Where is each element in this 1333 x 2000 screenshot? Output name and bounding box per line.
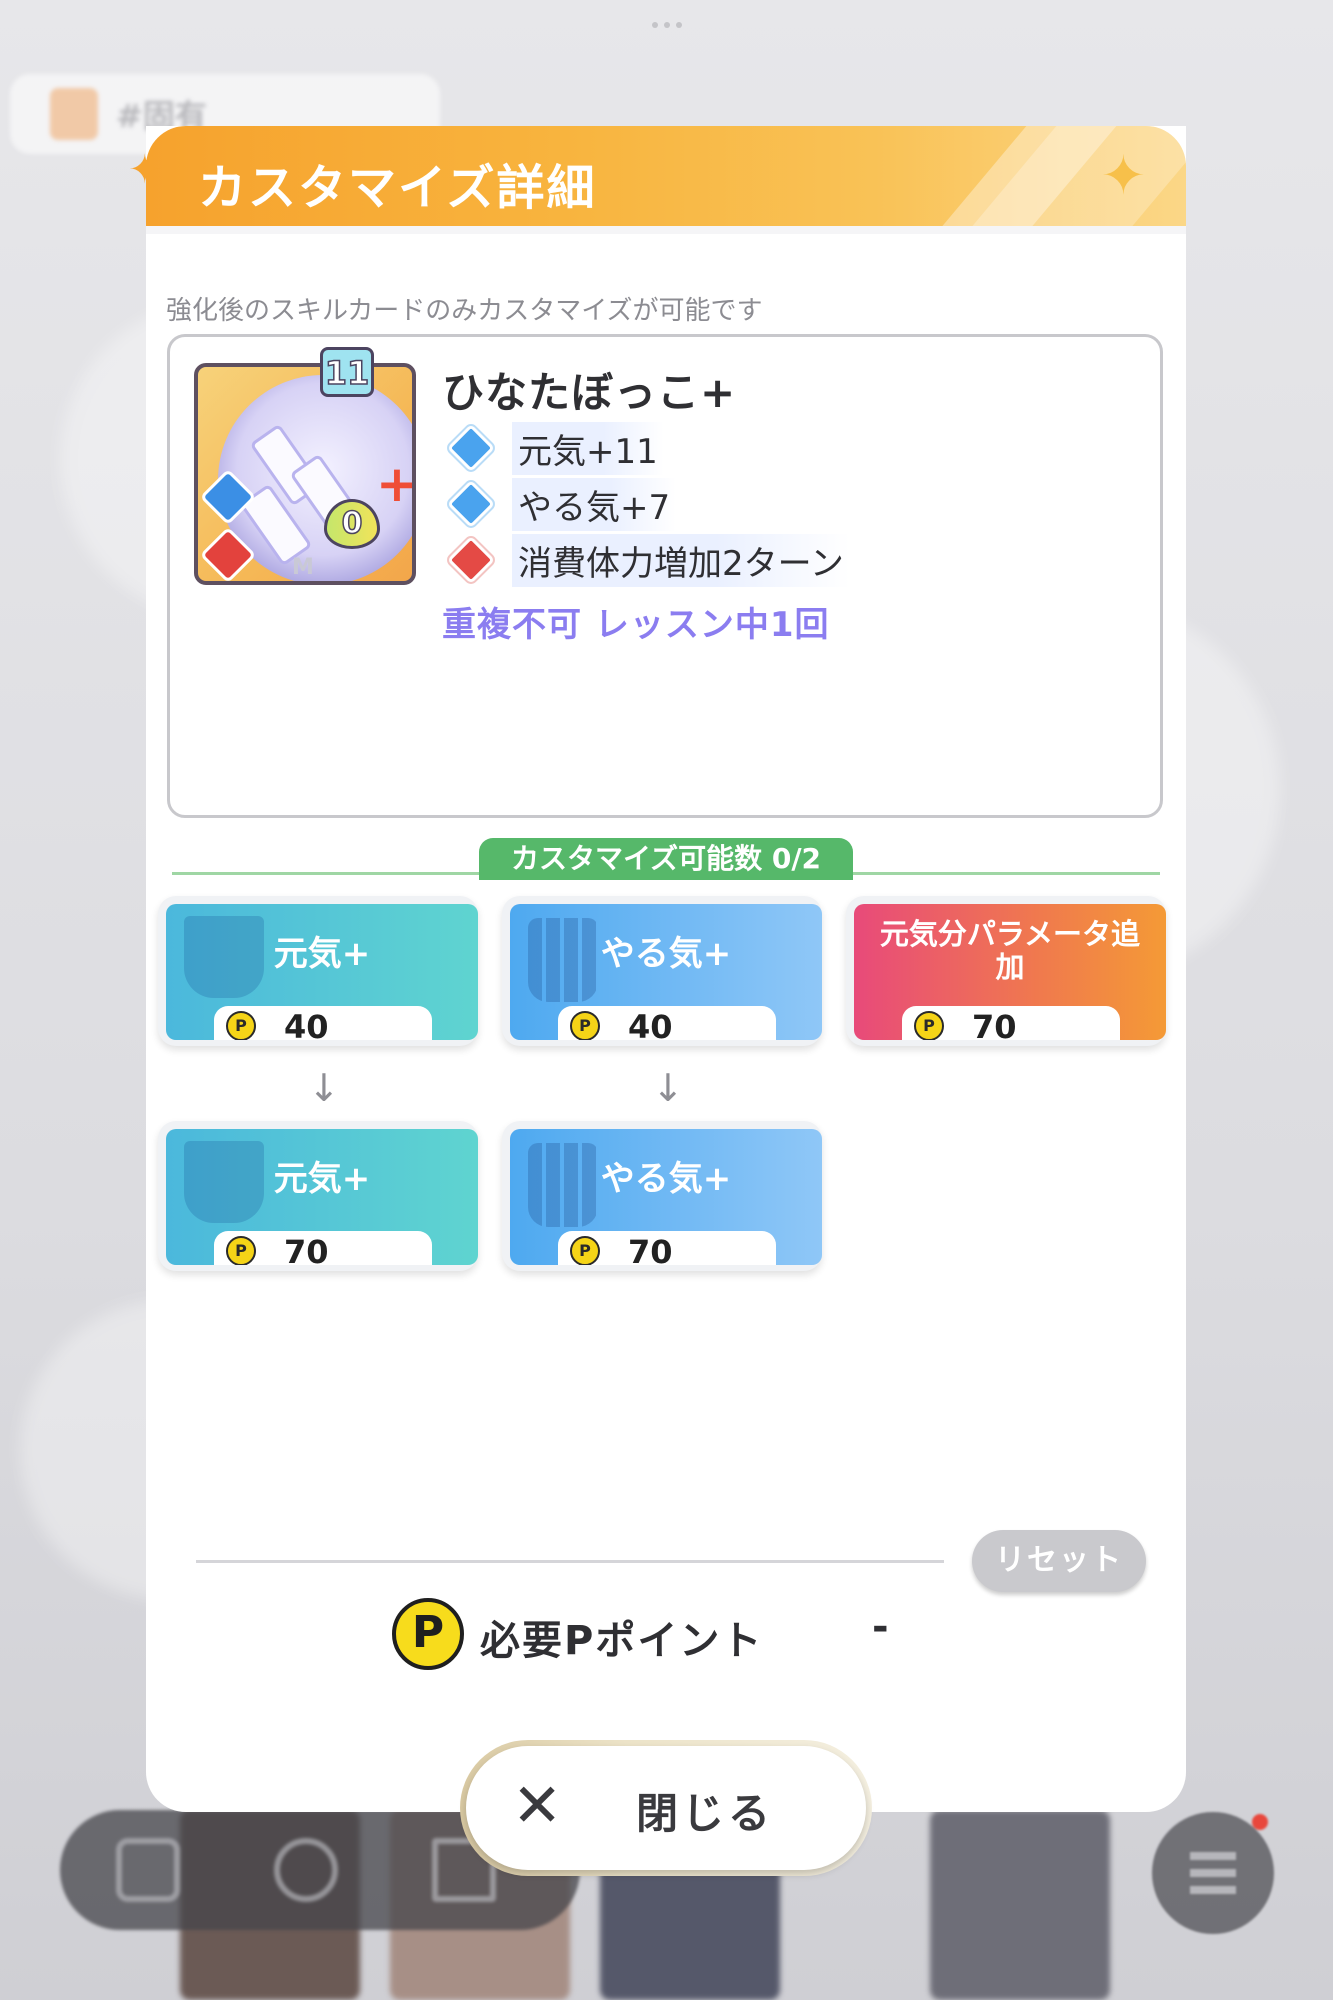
option-cost: P 70 bbox=[902, 1006, 1120, 1040]
footer-divider bbox=[196, 1560, 944, 1563]
thumbnail bbox=[930, 1810, 1110, 2000]
option-yaruki-plus-2[interactable]: やる気+ P 70 bbox=[502, 1121, 822, 1271]
card-name: ひなたぼっこ+ bbox=[442, 368, 737, 417]
option-body: やる気+ P 40 bbox=[510, 904, 822, 1040]
card-note: 重複不可 レッスン中1回 bbox=[442, 605, 830, 645]
skill-card-image: + M bbox=[194, 363, 416, 585]
notification-dot bbox=[1252, 1814, 1268, 1830]
drag-handle-icon bbox=[652, 22, 682, 28]
option-body: 元気+ P 40 bbox=[166, 904, 478, 1040]
effect-text: 元気+11 bbox=[512, 421, 664, 475]
p-coin-icon: P bbox=[570, 1236, 600, 1265]
effect-text: 消費体力増加2ターン bbox=[512, 533, 850, 587]
option-cost: P 70 bbox=[558, 1231, 776, 1265]
tab-icon bbox=[50, 88, 98, 140]
option-cost-value: 40 bbox=[628, 1008, 673, 1040]
option-genki-plus-1[interactable]: 元気+ P 40 bbox=[158, 896, 478, 1046]
dialog-header: カスタマイズ詳細 ✦ bbox=[146, 126, 1186, 226]
effect-text: やる気+7 bbox=[512, 477, 677, 531]
yaruki-icon bbox=[446, 479, 496, 529]
customize-hint: 強化後のスキルカードのみカスタマイズが可能です bbox=[166, 296, 763, 326]
option-cost: P 40 bbox=[558, 1006, 776, 1040]
option-label: 元気+ bbox=[273, 1159, 371, 1199]
menu-icon bbox=[1190, 1852, 1236, 1894]
p-coin-icon: P bbox=[392, 1598, 464, 1670]
option-yaruki-plus-1[interactable]: やる気+ P 40 bbox=[502, 896, 822, 1046]
header-divider bbox=[146, 226, 1186, 234]
option-cost-value: 70 bbox=[628, 1233, 673, 1265]
required-points-label: 必要Pポイント bbox=[480, 1618, 764, 1664]
sparkle-icon: ✦ bbox=[1100, 144, 1146, 207]
option-cost-value: 70 bbox=[284, 1233, 329, 1265]
reset-button[interactable]: リセット bbox=[972, 1530, 1146, 1592]
arrow-down-icon: ↓ bbox=[652, 1066, 684, 1110]
option-label: 元気分パラメータ追加 bbox=[879, 917, 1141, 984]
stamina-up-icon bbox=[446, 535, 496, 585]
p-coin-icon: P bbox=[226, 1236, 256, 1265]
close-label: 閉じる bbox=[636, 1789, 775, 1838]
sparkle-icon: ✦ bbox=[128, 147, 162, 193]
close-icon: ✕ bbox=[512, 1771, 563, 1841]
option-genki-plus-2[interactable]: 元気+ P 70 bbox=[158, 1121, 478, 1271]
option-label: 元気+ bbox=[273, 934, 371, 974]
home-icon bbox=[116, 1838, 180, 1902]
plus-icon: + bbox=[376, 455, 416, 513]
option-label: やる気+ bbox=[600, 1159, 732, 1199]
rarity-mark: M bbox=[292, 555, 314, 580]
option-body: 元気分パラメータ追加 P 70 bbox=[854, 904, 1166, 1040]
genki-icon bbox=[446, 423, 496, 473]
option-label: やる気+ bbox=[600, 934, 732, 974]
clock-icon bbox=[274, 1838, 338, 1902]
close-button-body: ✕ 閉じる bbox=[466, 1746, 866, 1870]
effect-row: 消費体力増加2ターン bbox=[446, 533, 850, 587]
option-body: 元気+ P 70 bbox=[166, 1129, 478, 1265]
p-coin-icon: P bbox=[914, 1011, 944, 1040]
option-cost: P 70 bbox=[214, 1231, 432, 1265]
effect-row: やる気+7 bbox=[446, 477, 677, 531]
option-body: やる気+ P 70 bbox=[510, 1129, 822, 1265]
arrow-down-icon: ↓ bbox=[308, 1066, 340, 1110]
close-button[interactable]: ✕ 閉じる bbox=[460, 1740, 872, 1876]
option-cost-value: 70 bbox=[972, 1008, 1017, 1040]
required-points-value: - bbox=[872, 1604, 889, 1650]
effect-row: 元気+11 bbox=[446, 421, 664, 475]
option-cost-value: 40 bbox=[284, 1008, 329, 1040]
card-detail-panel: + M 11 0 ひなたぼっこ+ 元気+11 やる気+7 消費体力増加2ターン … bbox=[167, 334, 1163, 818]
p-coin-icon: P bbox=[570, 1011, 600, 1040]
option-cost: P 40 bbox=[214, 1006, 432, 1040]
option-genki-parameter-add[interactable]: 元気分パラメータ追加 P 70 bbox=[846, 896, 1166, 1046]
menu-button bbox=[1152, 1812, 1274, 1934]
dialog-title: カスタマイズ詳細 bbox=[198, 160, 597, 216]
p-coin-icon: P bbox=[226, 1011, 256, 1040]
card-level-badge: 11 bbox=[320, 347, 374, 397]
customize-count: カスタマイズ可能数 0/2 bbox=[479, 838, 853, 880]
